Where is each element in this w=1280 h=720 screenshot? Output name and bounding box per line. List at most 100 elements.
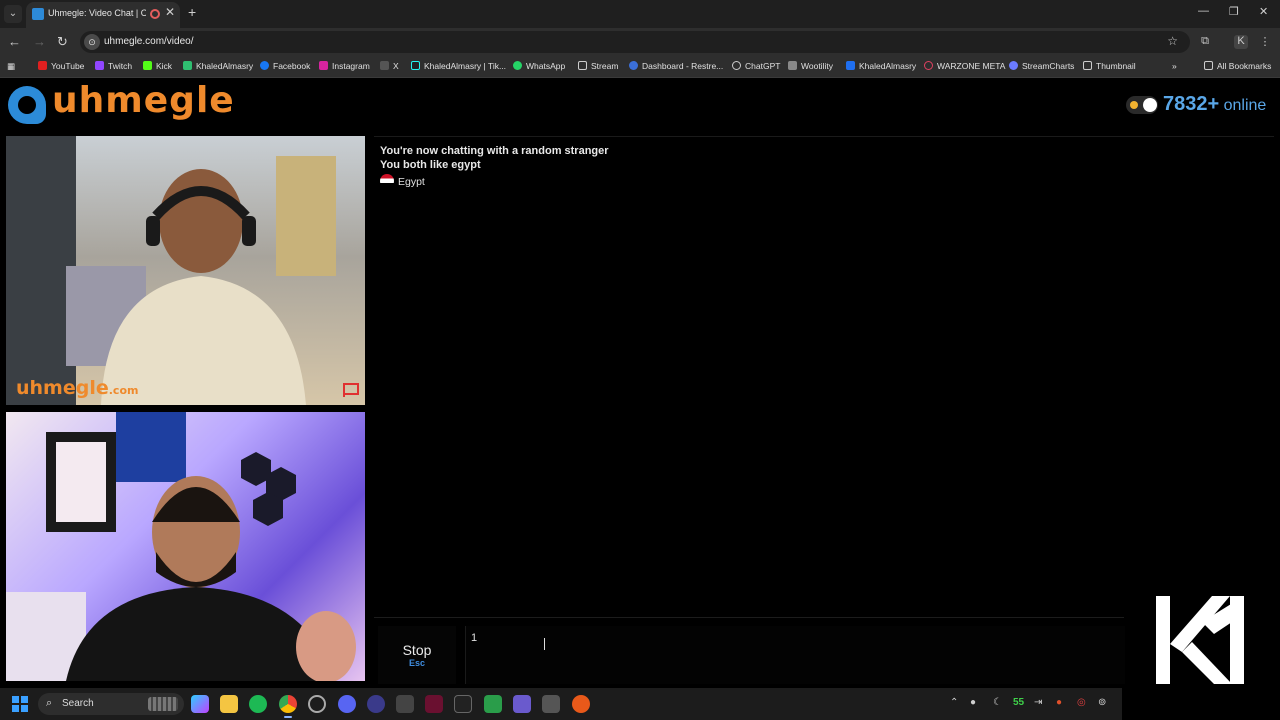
restream-icon	[629, 61, 638, 70]
app-icon-3[interactable]	[425, 695, 443, 713]
app-icon-2[interactable]	[396, 695, 414, 713]
stranger-country: Egypt	[380, 174, 425, 188]
bookmark-instagram[interactable]: Instagram	[319, 61, 370, 71]
theme-toggle[interactable]	[1126, 96, 1158, 114]
facebook-icon	[260, 61, 269, 70]
tab-strip: ⌄ Uhmegle: Video Chat | Om ✕ + — ❐ ✕	[0, 0, 1280, 28]
youtube-icon	[38, 61, 47, 70]
taskbar-search[interactable]: ⌕ Search	[38, 693, 184, 715]
forward-icon[interactable]: →	[33, 34, 46, 49]
settings-icon[interactable]	[542, 695, 560, 713]
stranger-silhouette	[6, 136, 336, 405]
address-bar[interactable]: ⊙ uhmegle.com/video/ ☆	[80, 31, 1190, 53]
bookmark-warzone[interactable]: WARZONE META	[924, 61, 1005, 71]
meta-icon	[846, 61, 855, 70]
app-icon-5[interactable]	[572, 695, 590, 713]
discord-icon[interactable]	[338, 695, 356, 713]
windows-start-icon[interactable]	[12, 696, 28, 712]
uhmegle-watermark: uhmegle.com	[16, 377, 139, 399]
back-icon[interactable]: ←	[8, 34, 21, 49]
search-icon: ⌕	[46, 697, 53, 709]
chatgpt-icon	[732, 61, 741, 70]
logo-text: uhmegle	[52, 80, 235, 121]
message-input-value: 1	[471, 632, 478, 644]
tiktok-icon	[411, 61, 420, 70]
all-bookmarks[interactable]: All Bookmarks	[1204, 61, 1271, 71]
message-input[interactable]: 1	[465, 626, 1125, 684]
interest-message: You both like egypt	[380, 159, 481, 171]
restore-icon[interactable]: ❐	[1229, 5, 1239, 18]
toggle-knob	[1143, 98, 1157, 112]
recording-indicator-icon	[150, 9, 160, 19]
stranger-video: uhmegle.com	[6, 136, 365, 405]
bookmark-stream[interactable]: Stream	[578, 61, 618, 71]
url-text: uhmegle.com/video/	[104, 36, 194, 47]
tray-app-icon-2[interactable]: ⇥	[1034, 697, 1042, 708]
tray-discord-icon[interactable]: ●	[970, 697, 976, 708]
text-cursor-icon	[544, 638, 546, 650]
bookmark-tiktok[interactable]: KhaledAlmasry | Tik...	[411, 61, 506, 71]
tray-app-icon-3[interactable]: ●	[1056, 697, 1062, 708]
bookmark-khaledalmasry-2[interactable]: KhaledAlmasry	[846, 61, 916, 71]
bookmark-streamcharts[interactable]: StreamCharts	[1009, 61, 1074, 71]
tray-fps-counter[interactable]: 55	[1013, 697, 1024, 708]
khaled-icon	[183, 61, 192, 70]
obs-icon[interactable]	[308, 695, 326, 713]
bookmark-chatgpt[interactable]: ChatGPT	[732, 61, 780, 71]
bookmark-whatsapp[interactable]: WhatsApp	[513, 61, 565, 71]
bookmark-facebook[interactable]: Facebook	[260, 61, 310, 71]
gamepad-icon[interactable]	[513, 695, 531, 713]
call-of-duty-icon[interactable]	[454, 695, 472, 713]
new-tab-icon[interactable]: +	[188, 4, 196, 20]
app-icon-4[interactable]	[484, 695, 502, 713]
bookmark-kick[interactable]: Kick	[143, 61, 172, 71]
site-info-icon[interactable]: ⊙	[84, 34, 100, 50]
tab-uhmegle[interactable]: Uhmegle: Video Chat | Om ✕	[26, 2, 180, 28]
bookmark-wootility[interactable]: Wootility	[788, 61, 833, 71]
bookmark-twitch[interactable]: Twitch	[95, 61, 132, 71]
profile-avatar[interactable]: K	[1234, 35, 1248, 49]
file-explorer-icon[interactable]	[220, 695, 238, 713]
reload-icon[interactable]: ↻	[57, 34, 68, 50]
chrome-icon[interactable]	[279, 695, 297, 713]
taskbar: ⌕ Search ⌃ ● ☾ 55 ⇥ ● ◎ ⊚	[0, 688, 1122, 720]
warzone-icon	[924, 61, 933, 70]
bookmark-thumbnail[interactable]: Thumbnail	[1083, 61, 1136, 71]
tray-overflow-icon[interactable]: ⌃	[950, 697, 958, 708]
instagram-icon	[319, 61, 328, 70]
report-flag-icon[interactable]	[343, 383, 359, 397]
close-window-icon[interactable]: ✕	[1259, 5, 1268, 18]
close-tab-icon[interactable]: ✕	[165, 5, 175, 19]
app-icon-1[interactable]	[367, 695, 385, 713]
whatsapp-icon	[513, 61, 522, 70]
bookmark-star-icon[interactable]: ☆	[1167, 34, 1178, 48]
bookmark-khaledalmasry[interactable]: KhaledAlmasry	[183, 61, 253, 71]
status-message: You're now chatting with a random strang…	[380, 145, 609, 157]
menu-kebab-icon[interactable]: ⋮	[1258, 35, 1272, 49]
bookmark-youtube[interactable]: YouTube	[38, 61, 84, 71]
self-video	[6, 412, 365, 681]
sun-icon	[1130, 101, 1138, 109]
folder-icon	[1083, 61, 1092, 70]
bookmark-dashboard[interactable]: Dashboard - Restre...	[629, 61, 723, 71]
copilot-icon[interactable]	[191, 695, 209, 713]
uhmegle-favicon-icon	[32, 8, 44, 20]
stop-label: Stop	[402, 642, 432, 658]
uhmegle-logo-icon	[8, 86, 46, 124]
stop-button[interactable]: Stop Esc	[378, 626, 456, 684]
tray-app-icon[interactable]: ☾	[993, 697, 1002, 708]
chrome-active-indicator	[284, 716, 292, 718]
tray-app-icon-5[interactable]: ⊚	[1098, 697, 1106, 708]
tab-search-icon[interactable]: ⌄	[4, 5, 22, 23]
folder-icon	[1204, 61, 1213, 70]
extensions-icon[interactable]: ⧉	[1198, 35, 1212, 49]
tray-app-icon-4[interactable]: ◎	[1077, 697, 1086, 708]
bookmarks-bar: ▦ YouTube Twitch Kick KhaledAlmasry Face…	[0, 56, 1280, 78]
more-bookmarks-icon[interactable]: »	[1172, 61, 1177, 71]
apps-grid-icon[interactable]: ▦	[7, 61, 15, 72]
spotify-icon[interactable]	[249, 695, 267, 713]
bookmark-x[interactable]: X	[380, 61, 399, 71]
wootility-icon	[788, 61, 797, 70]
chat-divider	[374, 617, 1124, 618]
minimize-icon[interactable]: —	[1198, 5, 1209, 17]
